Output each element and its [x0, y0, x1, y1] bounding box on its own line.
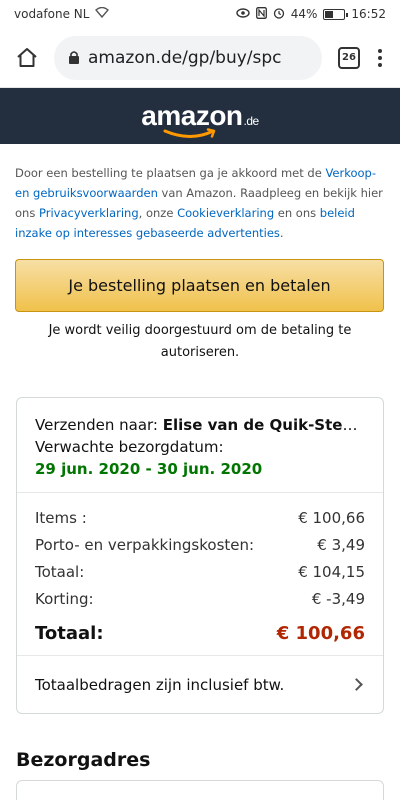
tab-switcher-button[interactable]: 26 [338, 46, 360, 69]
browser-menu-button[interactable] [370, 48, 390, 67]
delivery-date: 29 jun. 2020 - 30 jun. 2020 [35, 460, 263, 478]
logo-tld: .de [243, 114, 260, 128]
order-summary-card: Verzenden naar: Elise van de Quik-Stee… … [16, 397, 384, 714]
vat-note: Totaalbedragen zijn inclusief btw. [35, 675, 285, 694]
legal-text: Door een bestelling te plaatsen ga je ak… [15, 166, 326, 180]
eye-icon [236, 7, 250, 21]
total-row: Korting: € -3,49 [35, 586, 365, 613]
browser-toolbar: amazon.de/gp/buy/spc 26 [0, 28, 400, 88]
menu-dot [378, 48, 382, 53]
battery-percent: 44% [290, 7, 318, 21]
menu-dot [378, 55, 382, 60]
home-button[interactable] [10, 41, 44, 75]
total-row-label: Items : [35, 509, 87, 527]
total-row-amount: € -3,49 [311, 590, 365, 608]
delivery-address-card[interactable] [16, 780, 384, 800]
nfc-icon [255, 6, 267, 22]
total-row-label: Porto- en verpakkingskosten: [35, 536, 255, 554]
carrier-label: vodafone NL [14, 7, 90, 21]
redirect-note: Je wordt veilig doorgestuurd om de betal… [48, 323, 352, 360]
chevron-right-icon [350, 678, 363, 691]
cookie-link[interactable]: Cookieverklaring [177, 206, 274, 220]
site-header: amazon.de [0, 88, 400, 144]
grand-total-row: Totaal: € 100,66 [35, 621, 365, 647]
amazon-logo[interactable]: amazon.de [141, 100, 260, 138]
legal-text: en ons [274, 206, 320, 220]
total-row-amount: € 100,66 [298, 509, 365, 527]
total-row: Items : € 100,66 [35, 505, 365, 532]
total-row-label: Totaal: [35, 563, 85, 581]
url-bar[interactable]: amazon.de/gp/buy/spc [54, 35, 322, 80]
ship-to-label: Verzenden naar: [35, 416, 163, 434]
ship-to-line: Verzenden naar: Elise van de Quik-Stee… [35, 414, 365, 436]
clock: 16:52 [351, 7, 386, 21]
url-text: amazon.de/gp/buy/spc [88, 47, 282, 68]
total-row: Porto- en verpakkingskosten: € 3,49 [35, 532, 365, 559]
lock-icon [69, 51, 79, 64]
legal-notice: Door een bestelling te plaatsen ga je ak… [15, 163, 385, 243]
totals-section: Items : € 100,66 Porto- en verpakkingsko… [17, 493, 383, 647]
privacy-link[interactable]: Privacyverklaring [39, 206, 139, 220]
total-row-amount: € 104,15 [298, 563, 365, 581]
total-row: Totaal: € 104,15 [35, 559, 365, 586]
legal-text: . [279, 226, 284, 240]
delivery-address-title: Bezorgadres [16, 749, 151, 771]
place-order-button[interactable]: Je bestelling plaatsen en betalen [15, 259, 384, 312]
alarm-icon [273, 7, 285, 22]
legal-text: , onze [138, 206, 178, 220]
logo-text: amazon [141, 100, 243, 131]
grand-total-amount: € 100,66 [276, 623, 365, 644]
total-row-label: Korting: [35, 590, 94, 608]
battery-icon [323, 8, 349, 20]
total-row-amount: € 3,49 [317, 536, 365, 554]
vat-info-row[interactable]: Totaalbedragen zijn inclusief btw. [17, 655, 383, 713]
status-bar: vodafone NL 44% 16:52 [0, 0, 400, 28]
recipient-name: Elise van de Quik-Stee… [162, 416, 365, 434]
home-icon [17, 47, 37, 67]
expected-delivery-label: Verwachte bezorgdatum: [35, 438, 224, 456]
grand-total-label: Totaal: [35, 623, 104, 644]
wifi-icon [95, 6, 110, 21]
menu-dot [378, 62, 382, 67]
smile-icon [163, 128, 216, 138]
shipping-summary: Verzenden naar: Elise van de Quik-Stee… … [17, 398, 383, 493]
